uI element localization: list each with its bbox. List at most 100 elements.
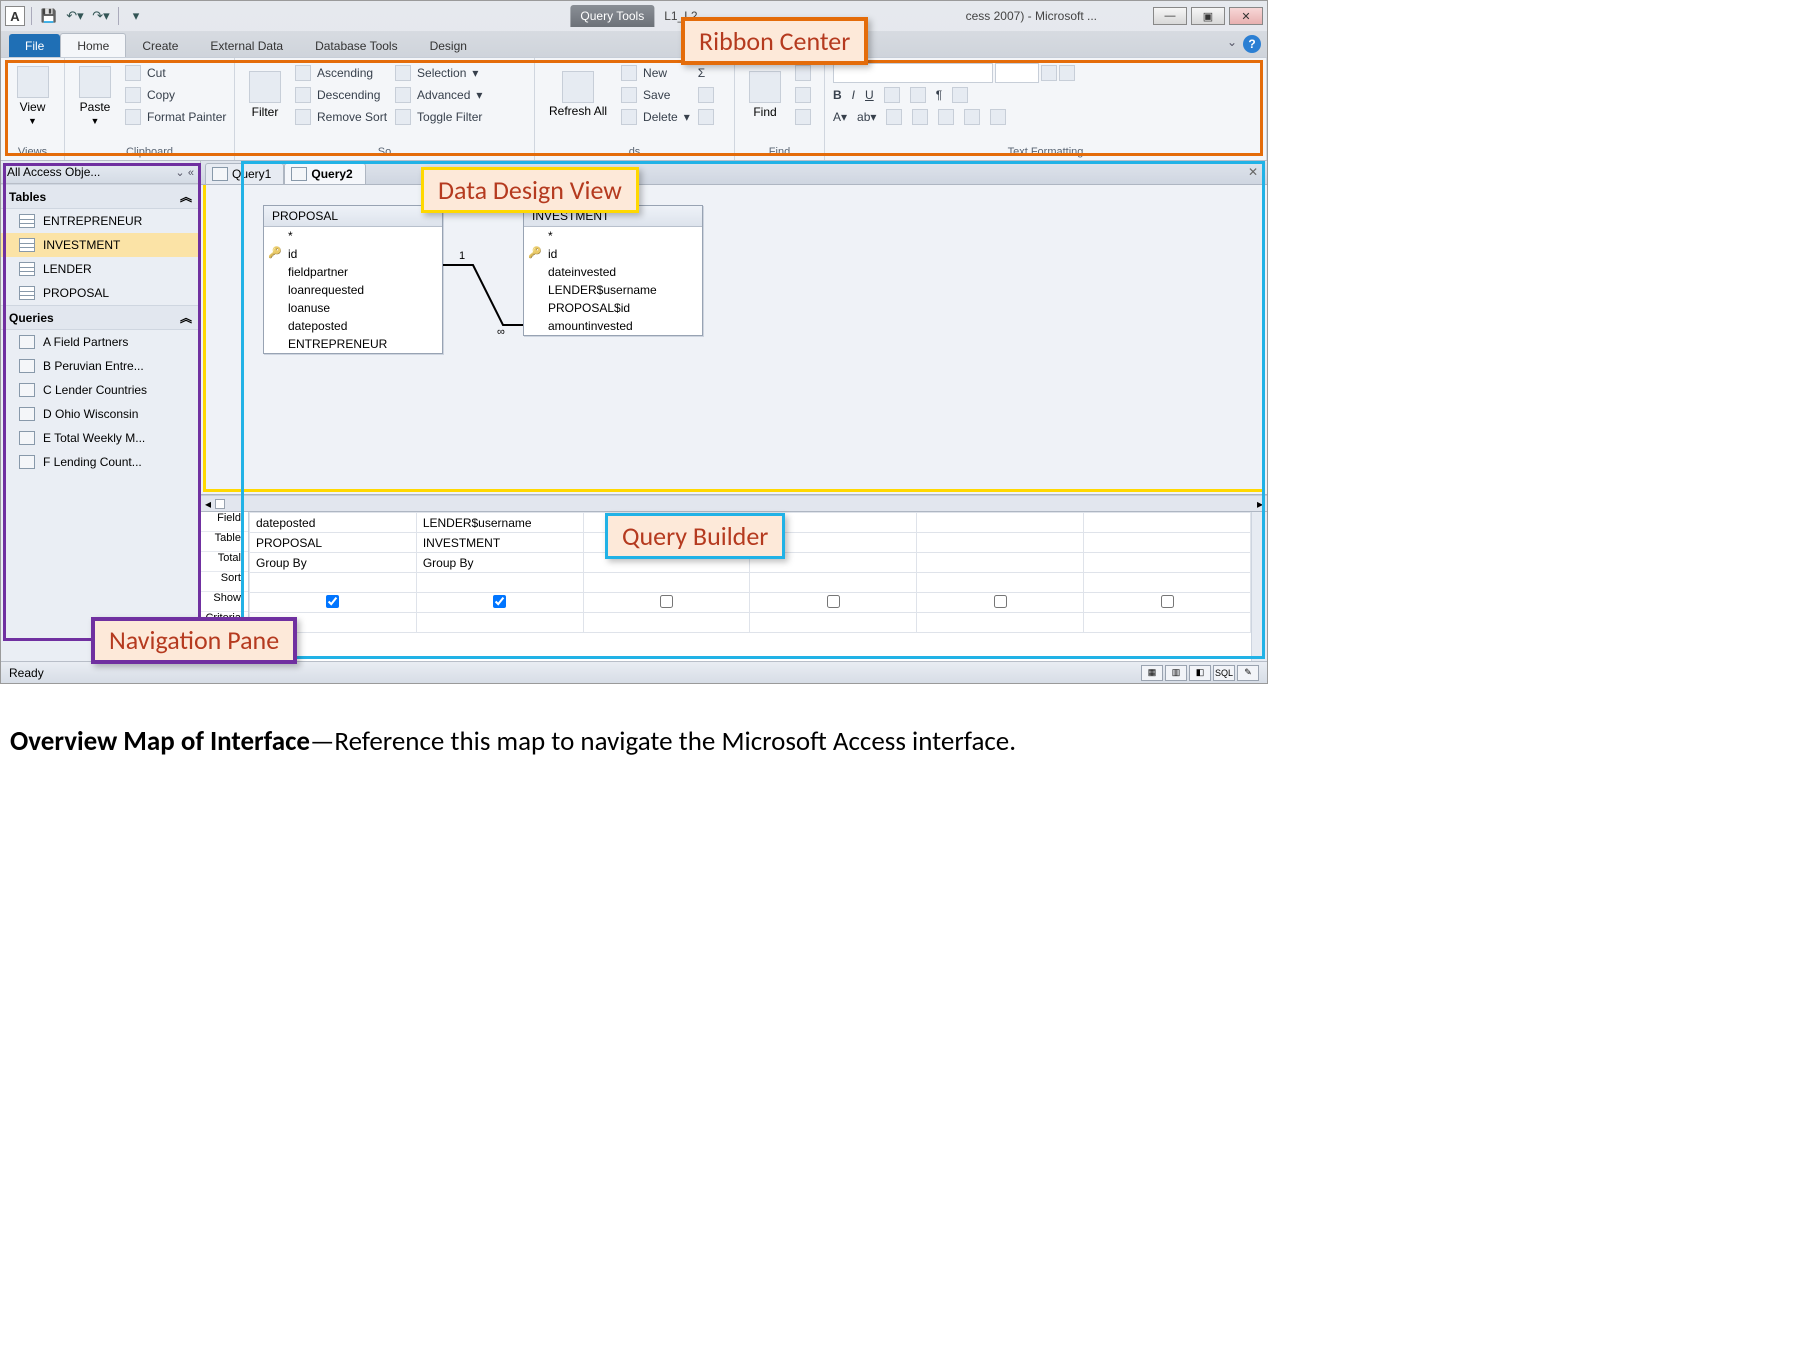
- filter-button[interactable]: Filter: [243, 62, 287, 128]
- scroll-left-icon[interactable]: ◂: [205, 497, 211, 511]
- show-checkbox[interactable]: [827, 595, 840, 608]
- underline-button[interactable]: U: [865, 88, 874, 102]
- help-button[interactable]: ?: [1243, 35, 1261, 53]
- qgrid-cell[interactable]: [583, 593, 750, 613]
- qgrid-cell[interactable]: [917, 613, 1084, 633]
- qgrid-cell[interactable]: [1084, 553, 1251, 573]
- nav-group-queries[interactable]: Queries︽: [1, 305, 200, 330]
- font-family-combo[interactable]: [833, 63, 993, 83]
- nav-query-item[interactable]: C Lender Countries: [1, 378, 200, 402]
- field-item[interactable]: id: [524, 245, 702, 263]
- bullets-icon[interactable]: [1041, 65, 1057, 81]
- qgrid-cell[interactable]: INVESTMENT: [416, 533, 583, 553]
- field-item[interactable]: fieldpartner: [264, 263, 442, 281]
- nav-pane-collapse-icon[interactable]: «: [188, 167, 194, 179]
- show-checkbox[interactable]: [493, 595, 506, 608]
- qgrid-cell[interactable]: [750, 593, 917, 613]
- delete-record-button[interactable]: Delete ▾: [621, 106, 690, 128]
- qat-redo-icon[interactable]: ↷▾: [90, 5, 112, 27]
- show-checkbox[interactable]: [1161, 595, 1174, 608]
- nav-query-item[interactable]: E Total Weekly M...: [1, 426, 200, 450]
- qgrid-cell[interactable]: [917, 593, 1084, 613]
- qgrid-cell[interactable]: PROPOSAL: [250, 533, 417, 553]
- copy-button[interactable]: Copy: [125, 84, 226, 106]
- remove-sort-button[interactable]: Remove Sort: [295, 106, 387, 128]
- qgrid-cell[interactable]: [750, 613, 917, 633]
- field-item[interactable]: loanuse: [264, 299, 442, 317]
- design-view-button[interactable]: ✎: [1237, 665, 1259, 681]
- field-item[interactable]: *: [264, 227, 442, 245]
- qgrid-cell[interactable]: [917, 553, 1084, 573]
- qgrid-cell[interactable]: [917, 573, 1084, 593]
- field-item[interactable]: loanrequested: [264, 281, 442, 299]
- nav-pane-dropdown-icon[interactable]: ⌄: [175, 167, 184, 179]
- qgrid-cell[interactable]: [1084, 533, 1251, 553]
- doc-tab-query1[interactable]: Query1: [205, 163, 284, 184]
- scroll-right-icon[interactable]: ▸: [1257, 497, 1263, 511]
- nav-table-item[interactable]: LENDER: [1, 257, 200, 281]
- align-left-icon[interactable]: [912, 109, 928, 125]
- qgrid-cell[interactable]: Group By: [250, 553, 417, 573]
- close-document-button[interactable]: ✕: [1245, 164, 1261, 180]
- tab-file[interactable]: File: [9, 34, 60, 57]
- qgrid-vscroll[interactable]: [1251, 512, 1267, 661]
- qgrid-cell[interactable]: dateposted: [250, 513, 417, 533]
- doc-tab-query2[interactable]: Query2: [284, 163, 365, 184]
- qgrid-cell[interactable]: [583, 573, 750, 593]
- totals-icon[interactable]: Σ: [698, 66, 705, 80]
- qgrid-cell[interactable]: [416, 573, 583, 593]
- qgrid-cell[interactable]: LENDER$username: [416, 513, 583, 533]
- field-item[interactable]: ENTREPRENEUR: [264, 335, 442, 353]
- tab-design[interactable]: Design: [414, 34, 483, 57]
- tab-external-data[interactable]: External Data: [194, 34, 299, 57]
- selection-button[interactable]: Selection ▾: [395, 62, 482, 84]
- nav-query-item[interactable]: A Field Partners: [1, 330, 200, 354]
- qgrid-cell[interactable]: [583, 613, 750, 633]
- qgrid-cell[interactable]: [917, 533, 1084, 553]
- bold-button[interactable]: B: [833, 88, 842, 102]
- highlight-button[interactable]: ab▾: [857, 110, 876, 124]
- design-hscroll[interactable]: ◂ ▸: [201, 495, 1267, 511]
- advanced-button[interactable]: Advanced ▾: [395, 84, 482, 106]
- numbering-icon[interactable]: [1059, 65, 1075, 81]
- nav-table-item[interactable]: PROPOSAL: [1, 281, 200, 305]
- align-center-icon[interactable]: [938, 109, 954, 125]
- qat-save-icon[interactable]: 💾: [38, 5, 60, 27]
- query-design-surface[interactable]: PROPOSAL *idfieldpartnerloanrequestedloa…: [201, 185, 1267, 495]
- font-color-button[interactable]: A▾: [833, 110, 847, 124]
- table-box-proposal[interactable]: PROPOSAL *idfieldpartnerloanrequestedloa…: [263, 205, 443, 354]
- show-checkbox[interactable]: [326, 595, 339, 608]
- qgrid-cell[interactable]: [250, 573, 417, 593]
- nav-table-item[interactable]: INVESTMENT: [1, 233, 200, 257]
- nav-table-item[interactable]: ENTREPRENEUR: [1, 209, 200, 233]
- show-checkbox[interactable]: [660, 595, 673, 608]
- format-painter-button[interactable]: Format Painter: [125, 106, 226, 128]
- field-item[interactable]: amountinvested: [524, 317, 702, 335]
- qat-undo-icon[interactable]: ↶▾: [64, 5, 86, 27]
- qgrid-cell[interactable]: [917, 513, 1084, 533]
- goto-icon[interactable]: [795, 87, 811, 103]
- more-icon[interactable]: [698, 109, 714, 125]
- font-size-combo[interactable]: [995, 63, 1039, 83]
- window-restore-button[interactable]: ▣: [1191, 7, 1225, 25]
- field-item[interactable]: id: [264, 245, 442, 263]
- spelling-icon[interactable]: [698, 87, 714, 103]
- datasheet-view-button[interactable]: ▦: [1141, 665, 1163, 681]
- app-icon[interactable]: A: [5, 6, 25, 26]
- table-box-investment[interactable]: INVESTMENT *iddateinvestedLENDER$usernam…: [523, 205, 703, 336]
- qgrid-cell[interactable]: [416, 613, 583, 633]
- refresh-all-button[interactable]: Refresh All: [543, 62, 613, 128]
- tab-create[interactable]: Create: [126, 34, 194, 57]
- indent-dec-icon[interactable]: [884, 87, 900, 103]
- toggle-filter-button[interactable]: Toggle Filter: [395, 106, 482, 128]
- gridlines-icon[interactable]: [952, 87, 968, 103]
- nav-query-item[interactable]: D Ohio Wisconsin: [1, 402, 200, 426]
- nav-pane-header[interactable]: All Access Obje... ⌄ «: [1, 161, 200, 184]
- fill-color-icon[interactable]: [886, 109, 902, 125]
- field-item[interactable]: dateposted: [264, 317, 442, 335]
- show-checkbox[interactable]: [994, 595, 1007, 608]
- indent-inc-icon[interactable]: [910, 87, 926, 103]
- new-record-button[interactable]: New: [621, 62, 690, 84]
- window-close-button[interactable]: ✕: [1229, 7, 1263, 25]
- qgrid-cell[interactable]: [1084, 513, 1251, 533]
